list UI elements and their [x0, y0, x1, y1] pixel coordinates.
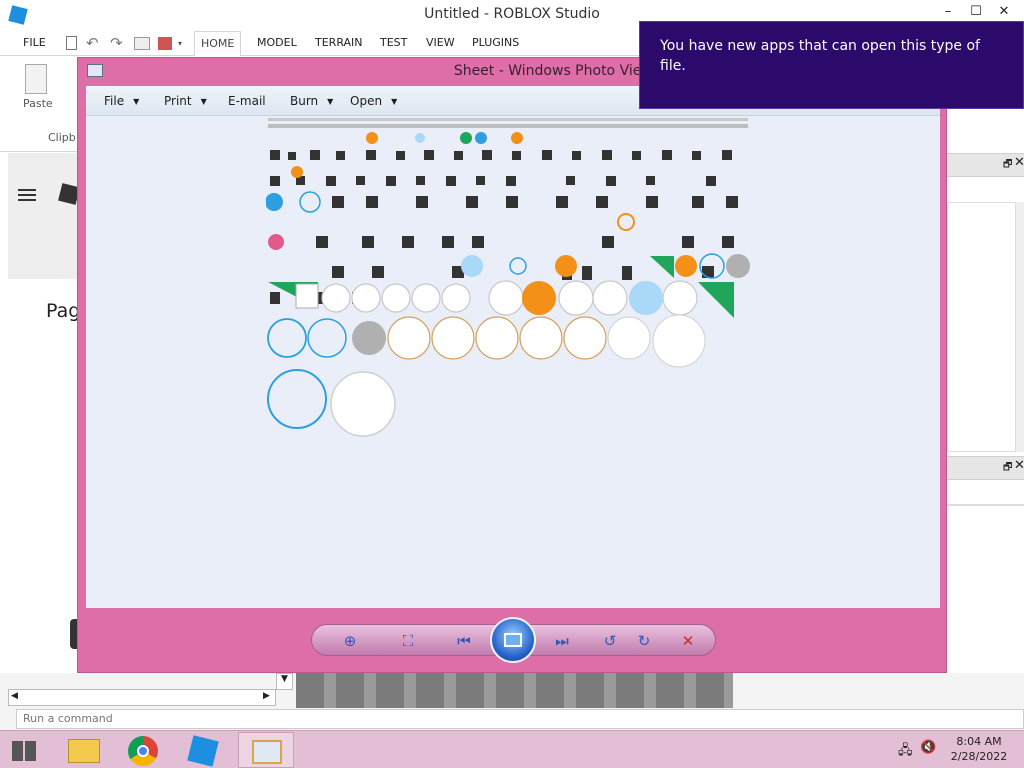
menu-print-label: Print: [164, 94, 192, 108]
paste-label[interactable]: Paste: [23, 97, 53, 110]
photo-viewer-controls: ⊕ ⛶ ⏮ ⏭ ↺ ↻ ✕: [311, 617, 716, 663]
rotate-clockwise-icon[interactable]: ↻: [632, 631, 656, 651]
previous-icon[interactable]: ⏮: [452, 631, 476, 651]
hamburger-menu-icon[interactable]: [18, 189, 36, 191]
scroll-down-icon[interactable]: ▼: [276, 673, 293, 690]
float-panel-icon[interactable]: 🗗: [1003, 460, 1012, 477]
studio-window-title: Untitled - ROBLOX Studio: [424, 6, 600, 22]
tab-model[interactable]: MODEL: [257, 36, 297, 49]
menu-file-label: File: [104, 94, 125, 108]
photo-canvas: [86, 116, 940, 608]
studio-bottom-area: ◀ ▶ ▼ Run a command: [0, 673, 1024, 730]
undo-icon[interactable]: ↶: [86, 34, 99, 52]
tab-test[interactable]: TEST: [380, 36, 407, 49]
menu-burn[interactable]: Burn ▼: [290, 94, 333, 108]
chevron-down-icon: ▼: [327, 97, 334, 106]
start-button[interactable]: [0, 732, 48, 768]
photo-viewer-window: Sheet - Windows Photo Viewer File ▼ Print…: [77, 57, 947, 673]
chrome-icon: [128, 736, 158, 766]
clock[interactable]: 8:04 AM 2/28/2022: [944, 734, 1014, 764]
viewport-preview: [296, 673, 733, 708]
menu-open-label: Open: [350, 94, 383, 108]
roblox-studio-taskbar-button[interactable]: [176, 732, 232, 768]
page-heading: Pag: [46, 300, 81, 322]
command-bar[interactable]: Run a command: [16, 709, 1024, 729]
clipboard-group-label: Clipb: [48, 131, 76, 144]
explorer-panel-body: [947, 202, 1017, 452]
sprite-icon-rows: [268, 150, 748, 151]
new-apps-notification[interactable]: You have new apps that can open this typ…: [639, 21, 1024, 109]
tab-plugins[interactable]: PLUGINS: [472, 36, 519, 49]
clock-time: 8:04 AM: [956, 735, 1002, 748]
command-input[interactable]: Run a command: [23, 712, 113, 725]
new-file-icon[interactable]: [66, 36, 77, 50]
chevron-down-icon: ▼: [391, 97, 398, 106]
chrome-taskbar-button[interactable]: [116, 732, 172, 768]
right-dock-panels: 🗗 ✕ 🗗 ✕: [947, 110, 1024, 700]
scroll-left-icon[interactable]: ◀: [11, 691, 18, 701]
ribbon-tab-bar: FILE ↶ ↷ ▾ HOME MODEL TERRAIN TEST VIEW …: [0, 31, 640, 57]
folder-icon: [68, 739, 100, 763]
properties-panel-header: 🗗 ✕: [947, 456, 1024, 480]
roblox-studio-icon: [187, 735, 219, 767]
delete-icon[interactable]: ✕: [676, 631, 700, 651]
tab-file[interactable]: FILE: [23, 36, 46, 49]
chevron-down-icon: ▼: [200, 97, 207, 106]
rotate-counterclockwise-icon[interactable]: ↺: [598, 631, 622, 651]
slideshow-icon: [504, 633, 522, 647]
tab-home[interactable]: HOME: [194, 31, 242, 57]
taskbar: 🖧 🔇 8:04 AM 2/28/2022: [0, 730, 1024, 768]
next-icon[interactable]: ⏭: [550, 631, 574, 651]
menu-file[interactable]: File ▼: [104, 94, 139, 108]
clock-date: 2/28/2022: [950, 750, 1008, 763]
paste-icon[interactable]: [25, 64, 47, 94]
sprite-sheet-image: [266, 118, 750, 437]
menu-open[interactable]: Open ▼: [350, 94, 397, 108]
explorer-panel-header: 🗗 ✕: [947, 153, 1024, 177]
record-icon[interactable]: [158, 37, 172, 50]
tab-terrain[interactable]: TERRAIN: [315, 36, 363, 49]
menu-email[interactable]: E-mail: [228, 94, 266, 108]
redo-icon[interactable]: ↷: [110, 34, 123, 52]
tab-view[interactable]: VIEW: [426, 36, 455, 49]
slideshow-button[interactable]: [490, 617, 536, 663]
chevron-down-icon: ▼: [133, 97, 140, 106]
photo-viewer-icon: [252, 740, 282, 764]
file-explorer-taskbar-button[interactable]: [56, 732, 112, 768]
windows-logo-icon: [12, 741, 36, 761]
volume-muted-icon[interactable]: 🔇: [920, 740, 936, 755]
notification-text: You have new apps that can open this typ…: [660, 38, 980, 74]
explorer-scrollbar[interactable]: [1015, 202, 1024, 452]
zoom-icon[interactable]: ⊕: [338, 631, 362, 651]
customize-chevron-icon[interactable]: ▾: [178, 39, 182, 48]
start-page-header: [8, 153, 80, 279]
network-icon[interactable]: 🖧: [898, 741, 913, 763]
scroll-right-icon[interactable]: ▶: [263, 691, 270, 701]
actual-size-icon[interactable]: ⛶: [396, 631, 420, 651]
menu-print[interactable]: Print ▼: [164, 94, 207, 108]
float-panel-icon[interactable]: 🗗: [1003, 157, 1012, 174]
close-panel-icon[interactable]: ✕: [1014, 458, 1024, 473]
horizontal-scrollbar[interactable]: ◀ ▶: [8, 689, 276, 706]
menu-burn-label: Burn: [290, 94, 319, 108]
screenshot-icon[interactable]: [134, 37, 150, 50]
close-panel-icon[interactable]: ✕: [1014, 155, 1024, 170]
photo-viewer-taskbar-button[interactable]: [238, 732, 294, 768]
panel-divider: [947, 504, 1024, 506]
